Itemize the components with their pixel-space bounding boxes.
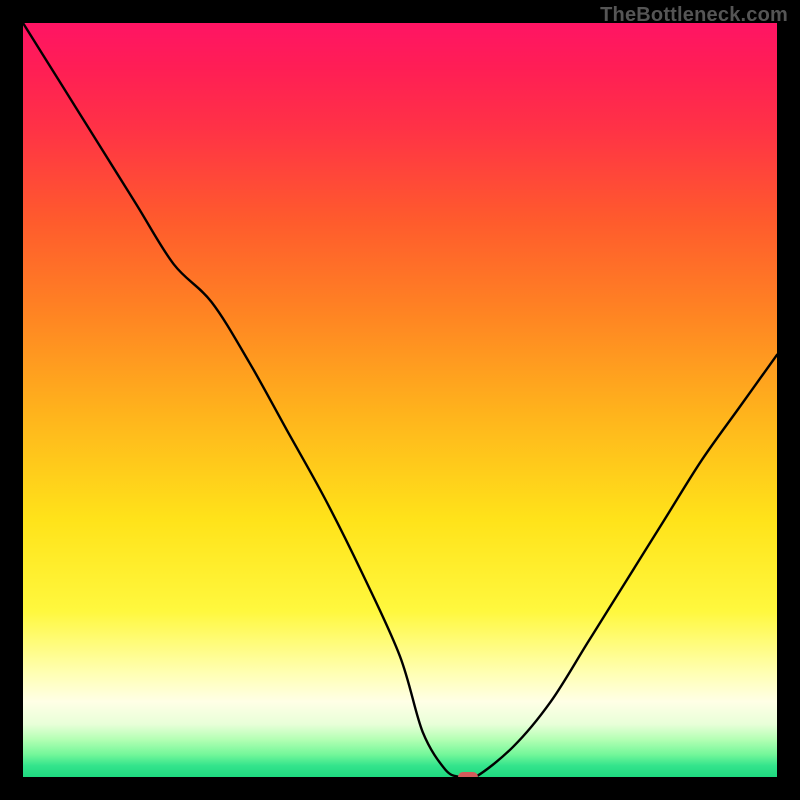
chart-frame: TheBottleneck.com xyxy=(0,0,800,800)
plot-area xyxy=(23,23,777,777)
bottleneck-curve xyxy=(23,23,777,777)
curve-svg xyxy=(23,23,777,777)
minimum-marker xyxy=(458,772,478,777)
watermark-text: TheBottleneck.com xyxy=(600,4,788,27)
